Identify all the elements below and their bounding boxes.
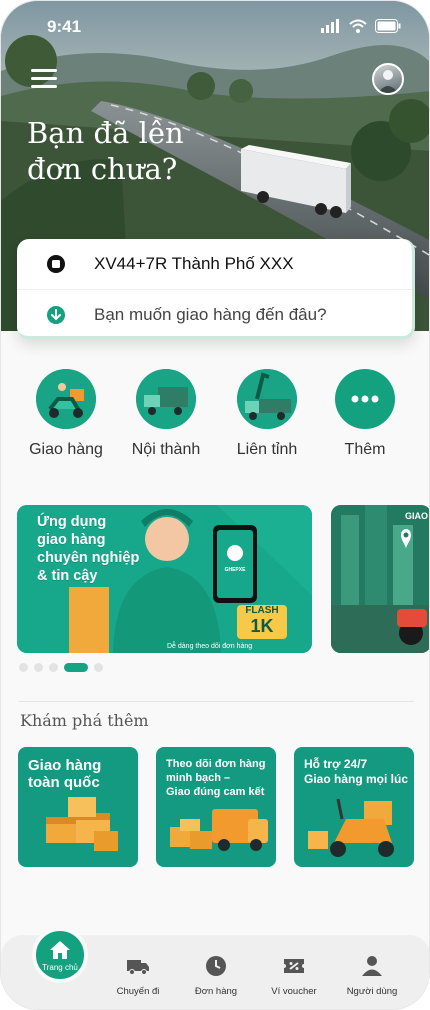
explore-card-tracking[interactable]: Theo dõi đơn hàng minh bạch – Giao đúng … bbox=[156, 747, 276, 867]
service-lien-tinh[interactable]: Liên tỉnh bbox=[222, 369, 312, 459]
wifi-icon bbox=[349, 19, 367, 33]
card-title: Hỗ trợ 24/7 Giao hàng mọi lúc bbox=[304, 757, 409, 786]
user-icon bbox=[362, 956, 382, 976]
explore-title: Khám phá thêm bbox=[20, 711, 149, 730]
promo-banner-2[interactable]: GIAO bbox=[331, 505, 429, 653]
nav-label: Ví voucher bbox=[271, 986, 317, 997]
nav-voucher[interactable]: Ví voucher bbox=[259, 955, 329, 997]
signal-icon bbox=[321, 19, 339, 33]
pickup-marker-icon bbox=[47, 255, 65, 273]
more-icon bbox=[335, 369, 395, 429]
city-delivery-illustration bbox=[331, 505, 429, 653]
pager-dot[interactable] bbox=[19, 663, 28, 672]
phone-brand-text: GHEPXE bbox=[224, 567, 246, 573]
card-title: Theo dõi đơn hàng minh bạch – Giao đúng … bbox=[166, 758, 266, 798]
nav-trips[interactable]: Chuyến đi bbox=[103, 955, 173, 997]
avatar[interactable] bbox=[372, 63, 404, 95]
service-giao-hang[interactable]: Giao hàng bbox=[21, 369, 111, 459]
address-card: XV44+7R Thành Phố XXX Bạn muốn giao hàng… bbox=[17, 239, 415, 339]
service-label: Thêm bbox=[344, 441, 386, 458]
app-screen: 9:41 Bạn đã lên đơn chưa? XV44+7R Thành … bbox=[0, 0, 430, 1010]
arrow-down-circle-icon bbox=[47, 305, 65, 324]
flash-badge: FLASH 1K bbox=[245, 605, 279, 636]
scooter-icon bbox=[36, 369, 96, 429]
menu-button[interactable] bbox=[31, 69, 57, 89]
service-grid: Giao hàng Nội thành Liên tỉnh Thêm bbox=[1, 369, 429, 465]
pickup-address-field[interactable]: XV44+7R Thành Phố XXX bbox=[17, 239, 412, 289]
destination-address-field[interactable]: Bạn muốn giao hàng đến đâu? bbox=[17, 289, 412, 339]
home-icon bbox=[50, 941, 70, 959]
banner2-corner-text: GIAO bbox=[405, 511, 429, 521]
truck-icon bbox=[136, 369, 196, 429]
clock-icon bbox=[206, 956, 226, 976]
pager-dot-active[interactable] bbox=[64, 663, 88, 672]
banner-footer-text: Dễ dàng theo dõi đơn hàng bbox=[167, 643, 253, 650]
nav-orders[interactable]: Đơn hàng bbox=[181, 955, 251, 997]
banner-pager bbox=[19, 663, 103, 672]
nav-home-label: Trang chủ bbox=[42, 963, 78, 972]
voucher-icon bbox=[284, 959, 304, 973]
bottom-navigation: Trang chủ Chuyến đi Đơn hàng Ví voucher … bbox=[1, 927, 429, 1009]
nav-label: Người dùng bbox=[346, 986, 398, 997]
crane-truck-icon bbox=[237, 369, 297, 429]
pager-dot[interactable] bbox=[94, 663, 103, 672]
service-noi-thanh[interactable]: Nội thành bbox=[121, 369, 211, 459]
nav-home-button[interactable]: Trang chủ bbox=[32, 927, 88, 983]
pager-dot[interactable] bbox=[49, 663, 58, 672]
service-them[interactable]: Thêm bbox=[320, 369, 410, 459]
explore-card-support[interactable]: Hỗ trợ 24/7 Giao hàng mọi lúc bbox=[294, 747, 414, 867]
status-bar: 9:41 bbox=[1, 15, 429, 39]
pager-dot[interactable] bbox=[34, 663, 43, 672]
destination-placeholder: Bạn muốn giao hàng đến đâu? bbox=[94, 304, 327, 324]
nav-user[interactable]: Người dùng bbox=[337, 955, 407, 997]
service-label: Liên tỉnh bbox=[236, 441, 298, 458]
card-title: Giao hàng toàn quốc bbox=[28, 757, 102, 791]
banner-headline: Ứng dụng giao hàng chuyên nghiệp & tin c… bbox=[37, 514, 140, 584]
nav-label: Chuyến đi bbox=[116, 986, 160, 997]
section-divider bbox=[19, 701, 414, 702]
service-label: Nội thành bbox=[131, 441, 201, 458]
status-time: 9:41 bbox=[47, 17, 82, 36]
nav-label: Đơn hàng bbox=[194, 986, 238, 997]
service-label: Giao hàng bbox=[29, 441, 103, 458]
hamburger-icon bbox=[31, 69, 57, 72]
explore-card-nationwide[interactable]: Giao hàng toàn quốc bbox=[18, 747, 138, 867]
hero-title: Bạn đã lên đơn chưa? bbox=[27, 116, 184, 186]
truck-icon bbox=[127, 960, 149, 975]
battery-icon bbox=[375, 19, 401, 33]
promo-banner-1[interactable]: Ứng dụng giao hàng chuyên nghiệp & tin c… bbox=[17, 505, 312, 653]
pickup-address-text: XV44+7R Thành Phố XXX bbox=[94, 254, 294, 273]
